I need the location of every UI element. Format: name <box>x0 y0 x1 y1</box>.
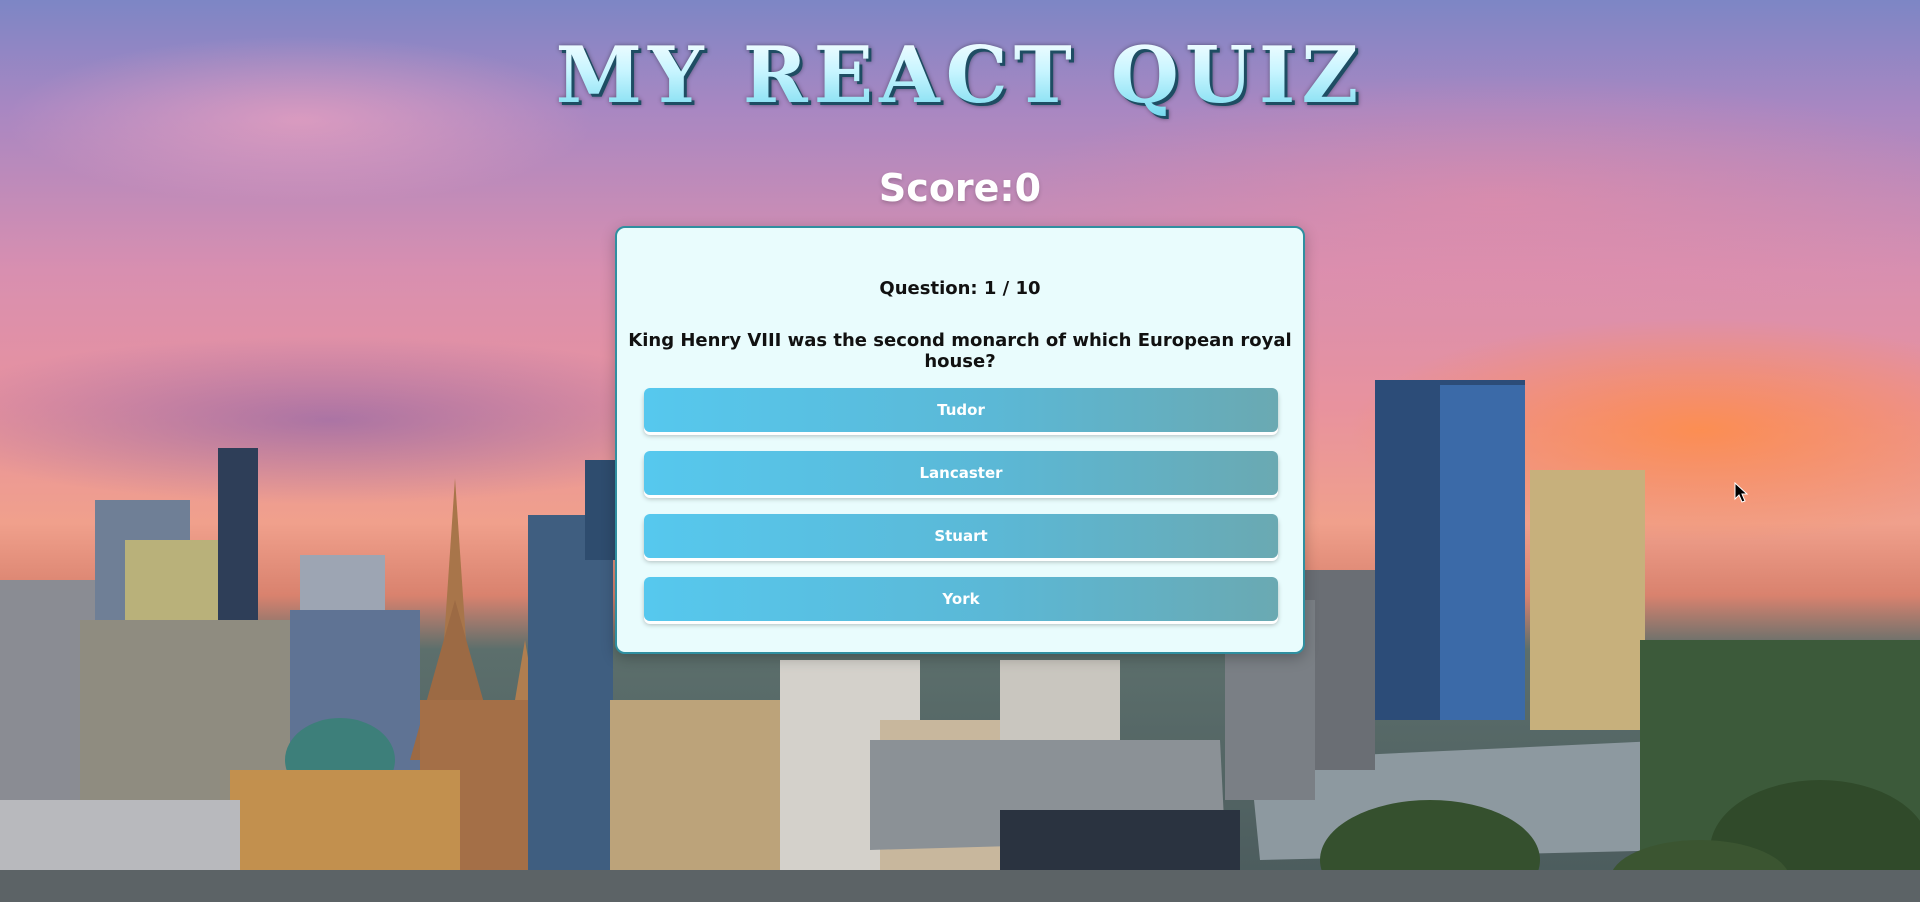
question-card: Question: 1 / 10 King Henry VIII was the… <box>615 226 1305 654</box>
answer-button-stuart[interactable]: Stuart <box>644 514 1278 558</box>
answer-button-york[interactable]: York <box>644 577 1278 621</box>
answer-button-tudor[interactable]: Tudor <box>644 388 1278 432</box>
score-display: Score:0 <box>878 166 1042 210</box>
app-title: My React Quiz <box>0 30 1920 121</box>
answer-list: Tudor Lancaster Stuart York <box>644 388 1278 640</box>
question-counter: Question: 1 / 10 <box>879 278 1041 299</box>
answer-button-lancaster[interactable]: Lancaster <box>644 451 1278 495</box>
question-text: King Henry VIII was the second monarch o… <box>628 330 1292 372</box>
mouse-pointer-icon <box>1734 482 1749 503</box>
